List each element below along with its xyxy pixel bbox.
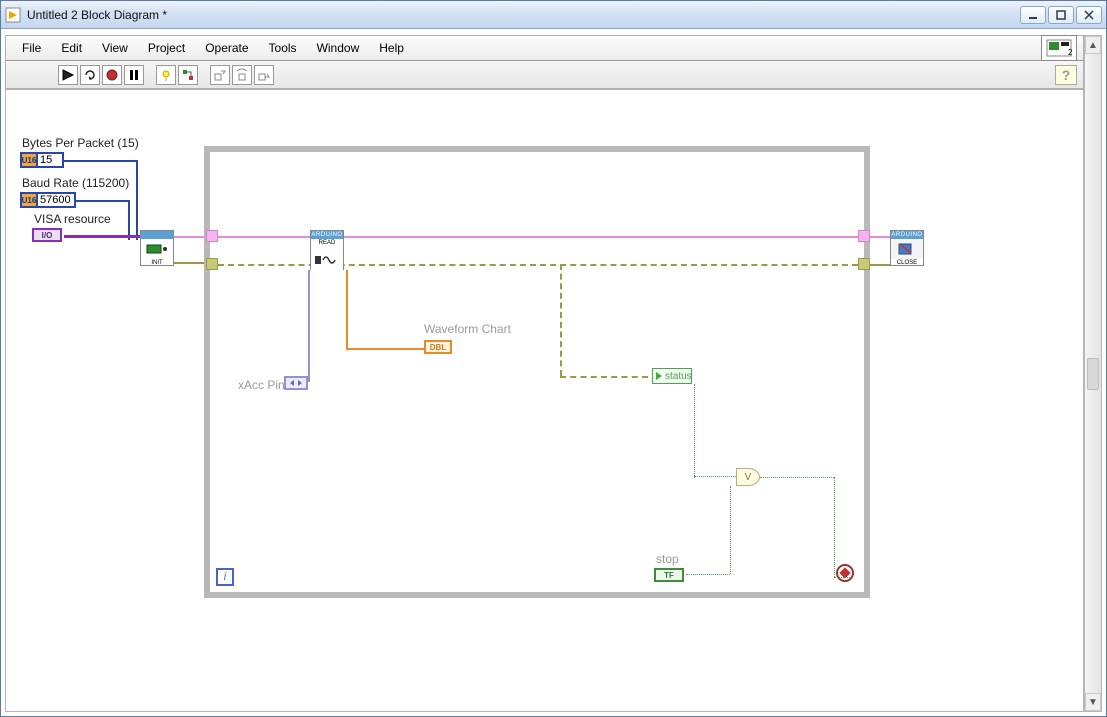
step-into-button[interactable] [210, 65, 230, 85]
control-baud-rate[interactable]: U16 57600 [20, 192, 76, 208]
window-title: Untitled 2 Block Diagram * [27, 8, 1020, 22]
tunnel-error-out[interactable] [858, 258, 870, 270]
label-waveform-chart: Waveform Chart [424, 322, 511, 336]
label-bytes-per-packet: Bytes Per Packet (15) [22, 136, 139, 150]
tunnel-visa-out[interactable] [858, 230, 870, 242]
subvi-arduino-close[interactable]: ARDUINO CLOSE [890, 230, 924, 266]
subvi-arduino-init[interactable]: INIT [140, 230, 174, 266]
scroll-down-button[interactable]: ▼ [1085, 693, 1101, 711]
window-frame: Untitled 2 Block Diagram * File Edit Vie… [0, 0, 1107, 717]
titlebar[interactable]: Untitled 2 Block Diagram * [1, 1, 1106, 29]
arrow-icon [656, 372, 662, 380]
control-bytes-per-packet[interactable]: U16 15 [20, 152, 64, 168]
indicator-waveform-chart[interactable]: DBL [424, 340, 452, 354]
loop-condition-terminal[interactable] [836, 564, 854, 582]
close-button[interactable] [1076, 6, 1102, 24]
datatype-tag: U16 [22, 194, 38, 206]
control-value: 15 [38, 154, 62, 166]
minimize-button[interactable] [1020, 6, 1046, 24]
scroll-up-button[interactable]: ▲ [1085, 36, 1101, 54]
menu-help[interactable]: Help [369, 37, 414, 59]
pause-button[interactable] [124, 65, 144, 85]
maximize-button[interactable] [1048, 6, 1074, 24]
label-stop: stop [656, 552, 679, 566]
block-diagram-canvas[interactable]: Bytes Per Packet (15) U16 15 Baud Rate (… [5, 89, 1084, 712]
menu-view[interactable]: View [92, 37, 138, 59]
control-value: 57600 [38, 194, 74, 206]
datatype-tag: DBL [430, 343, 446, 352]
help-glyph: ? [1062, 67, 1071, 83]
svg-text:2: 2 [1068, 48, 1072, 57]
menu-file[interactable]: File [12, 37, 51, 59]
subvi-footer: INIT [141, 259, 173, 267]
highlight-execution-button[interactable] [156, 65, 176, 85]
tunnel-visa-in[interactable] [206, 230, 218, 242]
toolbar: ? [5, 61, 1084, 89]
menubar: File Edit View Project Operate Tools Win… [5, 35, 1084, 61]
subvi-label: READ [311, 239, 343, 247]
or-node[interactable]: V [736, 468, 760, 486]
retain-wire-values-button[interactable] [178, 65, 198, 85]
menu-operate[interactable]: Operate [195, 37, 258, 59]
step-out-button[interactable] [254, 65, 274, 85]
while-loop[interactable]: i [204, 146, 870, 598]
tunnel-error-in[interactable] [206, 258, 218, 270]
menu-tools[interactable]: Tools [259, 37, 307, 59]
run-button[interactable] [58, 65, 78, 85]
subvi-header: ARDUINO [891, 231, 923, 239]
status-text: status [665, 371, 692, 382]
or-glyph: V [745, 472, 752, 483]
labview-icon [5, 7, 21, 23]
context-help-button[interactable]: ? [1055, 65, 1077, 85]
loop-iteration-terminal[interactable]: i [216, 568, 234, 586]
subvi-header [141, 231, 173, 239]
datatype-tag: U16 [22, 154, 38, 166]
subvi-header: ARDUINO [311, 231, 343, 239]
vertical-scrollbar[interactable]: ▲ ▼ [1084, 35, 1102, 712]
step-over-button[interactable] [232, 65, 252, 85]
subvi-arduino-read[interactable]: ARDUINO READ [310, 230, 344, 270]
menu-project[interactable]: Project [138, 37, 195, 59]
control-xacc-pin[interactable] [284, 376, 308, 390]
control-visa-resource[interactable]: I/O [32, 228, 62, 242]
indicator-status[interactable]: status [652, 368, 692, 384]
datatype-tag: TF [664, 571, 674, 580]
menu-window[interactable]: Window [307, 37, 370, 59]
vi-panel-icon[interactable]: 2 [1041, 35, 1077, 61]
label-xacc-pin: xAcc Pin [238, 378, 285, 392]
abort-button[interactable] [102, 65, 122, 85]
subvi-footer: CLOSE [891, 259, 923, 267]
run-continuous-button[interactable] [80, 65, 100, 85]
menu-edit[interactable]: Edit [51, 37, 92, 59]
label-visa-resource: VISA resource [34, 212, 111, 226]
scroll-thumb[interactable] [1087, 358, 1099, 390]
control-stop[interactable]: TF [654, 568, 684, 582]
label-baud-rate: Baud Rate (115200) [22, 176, 129, 190]
